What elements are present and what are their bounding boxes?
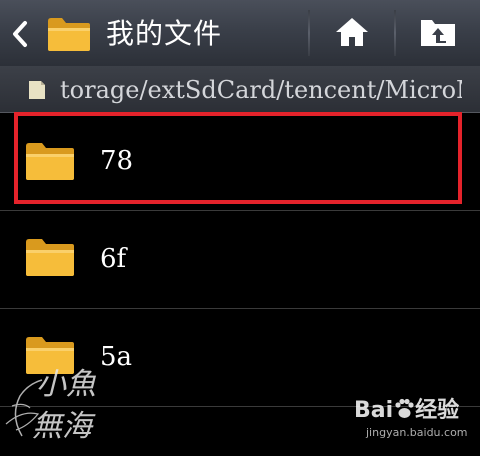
folder-icon — [46, 15, 92, 53]
paw-icon — [393, 398, 415, 420]
watermark-url: jingyan.baidu.com — [366, 426, 468, 439]
watermark-baidu: Bai 经验 jingyan.baidu.com — [352, 396, 478, 452]
folder-icon — [24, 236, 76, 278]
home-icon — [334, 16, 370, 52]
folder-up-icon — [419, 16, 457, 52]
watermark-text-line2: 無海 — [32, 409, 92, 444]
chevron-left-icon — [8, 18, 32, 50]
action-bar: 我的文件 — [0, 0, 480, 67]
watermark-text-line1: 小魚 — [36, 367, 96, 402]
watermark-brand-a: Bai — [354, 398, 394, 423]
highlight-annotation — [14, 112, 462, 204]
file-manager-screen: 我的文件 torage/extSdCard/tencent/Micro 78 6… — [0, 0, 480, 456]
current-path[interactable]: torage/extSdCard/tencent/MicroMsg — [60, 72, 462, 108]
file-name: 5a — [100, 342, 133, 372]
sd-card-icon — [28, 80, 46, 100]
back-button[interactable] — [8, 14, 98, 54]
up-folder-button[interactable] — [400, 6, 476, 62]
divider — [308, 10, 310, 56]
watermark-signature: 小魚 無海 — [2, 366, 102, 454]
file-name: 6f — [100, 244, 127, 274]
divider — [394, 10, 396, 56]
list-item[interactable]: 6f — [0, 210, 480, 309]
page-title: 我的文件 — [106, 17, 223, 50]
watermark-brand: Bai 经验 — [354, 398, 459, 424]
home-button[interactable] — [316, 6, 388, 62]
watermark-brand-b: 经验 — [415, 398, 460, 423]
